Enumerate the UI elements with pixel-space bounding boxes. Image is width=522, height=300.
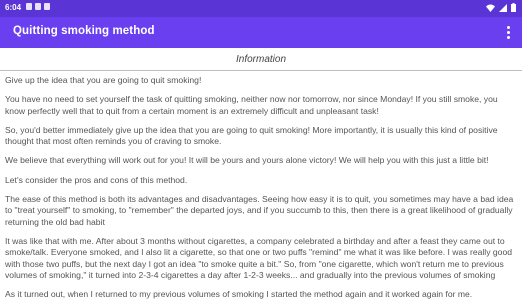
paragraph: So, you'd better immediately give up the…: [5, 124, 498, 147]
app-toolbar: Quitting smoking method: [0, 17, 522, 48]
paragraph: You have no need to set yourself the tas…: [5, 94, 498, 116]
divider: [0, 70, 522, 71]
paragraph: We believe that everything will work out…: [5, 155, 489, 166]
paragraph: Give up the idea that you are going to q…: [5, 75, 202, 85]
notification-icons: [26, 3, 50, 10]
article-content[interactable]: Give up the idea that you are going to q…: [5, 75, 520, 300]
battery-icon: [511, 3, 516, 12]
section-title: Information: [235, 54, 287, 65]
system-icons: [486, 3, 516, 12]
sim-card-notification-icon: [44, 3, 50, 10]
shield-notification-icon: [35, 3, 41, 10]
more-vert-icon-dot: [506, 36, 510, 39]
status-bar: 6:04: [0, 0, 522, 17]
more-vert-icon-dot: [506, 31, 510, 34]
wifi-icon: [486, 4, 495, 12]
app-title: Quitting smoking method: [13, 25, 155, 37]
status-time: 6:04: [5, 3, 22, 12]
paragraph: Let's consider the pros and cons of this…: [5, 174, 188, 185]
signal-icon: [499, 3, 507, 12]
more-vert-icon-dot: [506, 26, 510, 29]
overflow-menu-button[interactable]: [498, 21, 518, 44]
paragraph: As it turned out, when I returned to my …: [5, 289, 473, 300]
settings-notification-icon: [26, 3, 32, 10]
paragraph: It was like that with me. After about 3 …: [5, 235, 513, 281]
paragraph: The ease of this method is both its adva…: [5, 193, 514, 227]
